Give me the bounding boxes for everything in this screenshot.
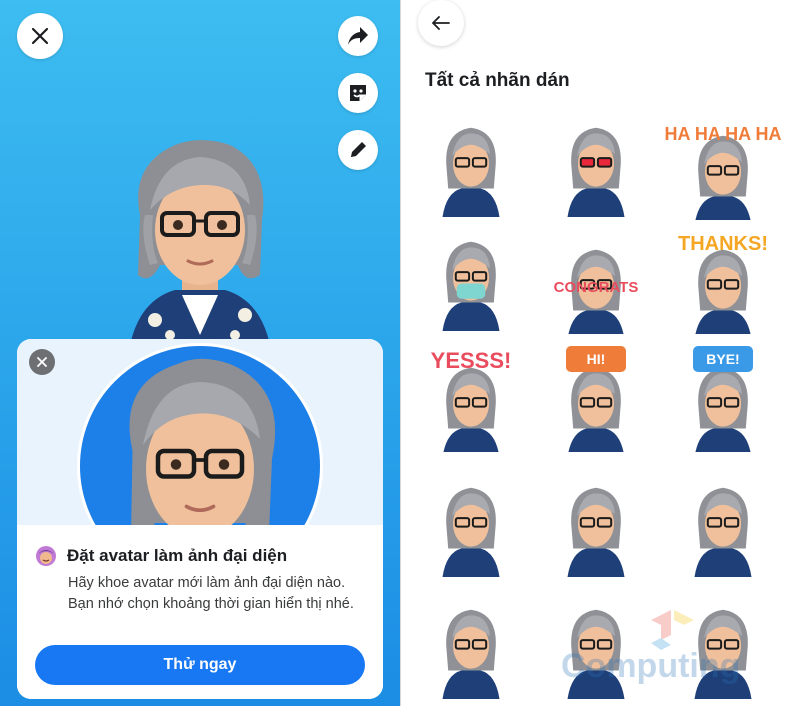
sticker-yesss[interactable]: YESSS! (411, 340, 531, 457)
sticker-text: THANKS! (678, 233, 768, 255)
sticker-button[interactable] (338, 73, 378, 113)
back-arrow-icon (432, 16, 450, 30)
sticker-face-mask[interactable] (411, 222, 531, 334)
sticker-bye[interactable]: BYE! (663, 340, 783, 457)
sticker-icon (350, 85, 366, 101)
sticker-hi[interactable]: HI! (536, 340, 656, 457)
sticker-haha-laughing[interactable]: HA HA HA HA (663, 108, 783, 225)
sticker-image (442, 127, 500, 217)
sticker-image (694, 487, 752, 577)
watermark-text: Computing (561, 647, 740, 685)
card-title-row: Đặt avatar làm ảnh đại diện (35, 545, 287, 567)
edit-button[interactable] (338, 130, 378, 170)
avatar-image (130, 140, 270, 345)
card-description: Hãy khoe avatar mới làm ảnh đại diện nào… (68, 575, 354, 612)
sticker-sparkle-happy[interactable] (663, 468, 783, 580)
sticker-congrats[interactable]: CONGRATS (536, 222, 656, 339)
sticker-image (567, 127, 625, 217)
card-title: Đặt avatar làm ảnh đại diện (67, 546, 288, 565)
close-button[interactable] (17, 13, 63, 59)
sticker-image (442, 609, 500, 699)
avatar-panel: Đặt avatar làm ảnh đại diện Hãy khoe ava… (0, 0, 400, 706)
sticker-text: YESSS! (431, 348, 512, 373)
sticker-thumbs-up[interactable] (411, 108, 531, 220)
watermark-logo: Computing (561, 610, 740, 685)
sticker-image (442, 241, 500, 331)
card-content: Đặt avatar làm ảnh đại diện Hãy khoe ava… (17, 525, 383, 699)
sticker-image: THANKS! (678, 233, 768, 339)
card-close-button[interactable] (29, 349, 55, 375)
sticker-text: HA HA HA HA (665, 124, 782, 144)
sticker-image (567, 487, 625, 577)
sticker-image: YESSS! (431, 348, 512, 457)
avatar-emoji-icon (36, 546, 56, 566)
sticker-text: BYE! (706, 351, 739, 367)
all-stickers-title: Tất cả nhãn dán (425, 70, 570, 91)
sticker-image: HI! (566, 346, 626, 457)
sticker-image (442, 487, 500, 577)
back-button[interactable] (418, 0, 464, 46)
close-icon (37, 357, 47, 367)
sticker-waving[interactable] (411, 590, 531, 702)
close-icon (31, 27, 49, 45)
sticker-thanks[interactable]: THANKS! (663, 222, 783, 339)
sticker-image: CONGRATS (554, 249, 639, 339)
sticker-text: HI! (587, 351, 606, 367)
sticker-panel: Tất cả nhãn dán HA HA HA HA CONGRATS THANK… (401, 0, 800, 706)
sticker-crying[interactable] (411, 468, 531, 580)
sticker-heart-eyes[interactable] (536, 108, 656, 220)
pencil-icon (351, 142, 366, 157)
try-now-button[interactable]: Thử ngay (35, 645, 365, 685)
set-avatar-card: Đặt avatar làm ảnh đại diện Hãy khoe ava… (17, 339, 383, 699)
sticker-image: HA HA HA HA (665, 124, 782, 225)
sticker-text: CONGRATS (554, 279, 639, 296)
sticker-image: BYE! (693, 346, 753, 457)
share-button[interactable] (338, 16, 378, 56)
share-arrow-icon (348, 27, 368, 45)
sticker-facepalm[interactable] (536, 468, 656, 580)
